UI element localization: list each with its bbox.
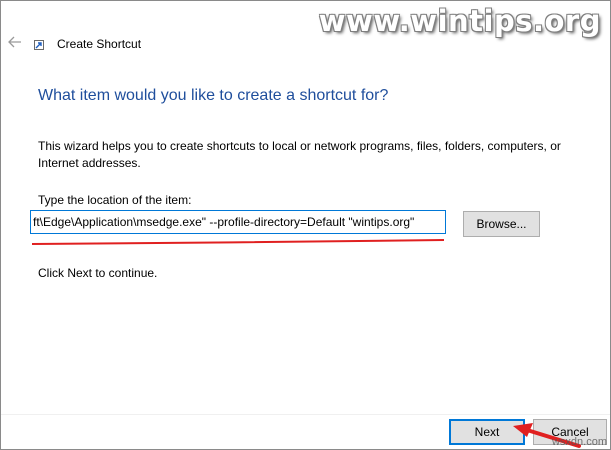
location-input[interactable]: ft\Edge\Application\msedge.exe" --profil…: [30, 210, 446, 234]
watermark: www.wintips.org: [318, 4, 601, 38]
footer-divider: [1, 414, 610, 415]
red-underline-annotation: [31, 239, 445, 245]
page-heading: What item would you like to create a sho…: [38, 87, 389, 104]
credit-watermark: wsxdn.com: [551, 436, 607, 448]
back-arrow-icon[interactable]: [7, 34, 23, 50]
continue-hint: Click Next to continue.: [38, 266, 158, 280]
location-label: Type the location of the item:: [38, 193, 192, 207]
browse-button[interactable]: Browse...: [463, 211, 540, 237]
next-button[interactable]: Next: [449, 419, 525, 445]
window-title: Create Shortcut: [57, 37, 142, 51]
shortcut-icon: [34, 40, 44, 50]
intro-text: This wizard helps you to create shortcut…: [38, 139, 561, 170]
